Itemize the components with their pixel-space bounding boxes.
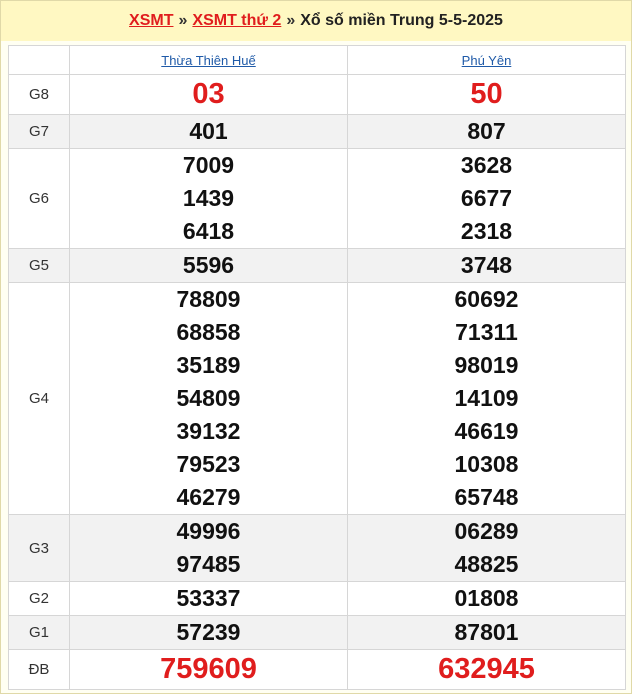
prize-row: G6 7009 1439 6418 3628 6677 2318 (8, 148, 626, 249)
breadcrumb-link-xsmt-monday[interactable]: XSMT thứ 2 (192, 12, 281, 30)
result-cell: 50 (347, 74, 626, 115)
result-number: 6418 (182, 218, 235, 244)
breadcrumb-separator: » (178, 12, 188, 29)
breadcrumb-separator: » (286, 12, 296, 29)
result-cell: 759609 (69, 649, 348, 690)
result-number: 60692 (454, 286, 519, 312)
result-number: 39132 (176, 418, 241, 444)
result-cell: 401 (69, 114, 348, 149)
result-cell: 807 (347, 114, 626, 149)
prize-row: G8 03 50 (8, 74, 626, 115)
prize-label: ĐB (8, 649, 70, 690)
lottery-results-table: Thừa Thiên Huế Phú Yên G8 03 50 G7 401 807 G6 7… (8, 45, 626, 690)
result-cell: 57239 (69, 615, 348, 650)
page-title: Xổ số miền Trung 5-5-2025 (300, 12, 503, 29)
result-number: 46279 (176, 484, 241, 510)
result-number: 49996 (176, 518, 241, 544)
result-number: 46619 (454, 418, 519, 444)
prize-row: G7 401 807 (8, 114, 626, 149)
result-cell: 60692 71311 98019 14109 46619 10308 65748 (347, 282, 626, 515)
result-cell: 87801 (347, 615, 626, 650)
result-cell: 78809 68858 35189 54809 39132 79523 46279 (69, 282, 348, 515)
result-number: 3628 (460, 152, 513, 178)
result-number: 10308 (454, 451, 519, 477)
result-number: 401 (189, 118, 228, 144)
prize-label: G1 (8, 615, 70, 650)
result-number: 7009 (182, 152, 235, 178)
result-cell: 5596 (69, 248, 348, 283)
prize-row: G5 5596 3748 (8, 248, 626, 283)
result-number: 97485 (176, 551, 241, 577)
prize-column-header (8, 45, 70, 75)
prize-label: G8 (8, 74, 70, 115)
result-cell: 3628 6677 2318 (347, 148, 626, 249)
result-number: 1439 (182, 185, 235, 211)
result-number: 48825 (454, 551, 519, 577)
result-number: 54809 (176, 385, 241, 411)
prize-row: G3 49996 97485 06289 48825 (8, 514, 626, 582)
prize-label: G4 (8, 282, 70, 515)
results-panel: XSMT » XSMT thứ 2 » Xổ số miền Trung 5-5… (0, 0, 632, 694)
prize-label: G7 (8, 114, 70, 149)
result-number: 2318 (460, 218, 513, 244)
result-number: 6677 (460, 185, 513, 211)
result-cell: 01808 (347, 581, 626, 616)
result-number: 14109 (454, 385, 519, 411)
result-number: 53337 (176, 585, 241, 611)
prize-label: G5 (8, 248, 70, 283)
result-number: 68858 (176, 319, 241, 345)
prize-label: G2 (8, 581, 70, 616)
prize-row: G1 57239 87801 (8, 615, 626, 650)
table-header-row: Thừa Thiên Huế Phú Yên (8, 45, 626, 75)
result-cell: 49996 97485 (69, 514, 348, 582)
result-number: 01808 (454, 585, 519, 611)
result-number: 87801 (454, 619, 519, 645)
result-number: 03 (192, 78, 225, 110)
prize-row: G4 78809 68858 35189 54809 39132 79523 46279 606… (8, 282, 626, 515)
result-number: 5596 (182, 252, 235, 278)
result-cell: 3748 (347, 248, 626, 283)
result-cell: 06289 48825 (347, 514, 626, 582)
result-number: 65748 (454, 484, 519, 510)
result-cell: 53337 (69, 581, 348, 616)
result-number: 807 (467, 118, 506, 144)
result-number: 06289 (454, 518, 519, 544)
prize-row: G2 53337 01808 (8, 581, 626, 616)
result-number: 98019 (454, 352, 519, 378)
result-cell: 03 (69, 74, 348, 115)
result-number: 3748 (460, 252, 513, 278)
result-cell: 7009 1439 6418 (69, 148, 348, 249)
result-number: 35189 (176, 352, 241, 378)
province-link-thua-thien-hue[interactable]: Thừa Thiên Huế (161, 53, 255, 68)
result-number: 79523 (176, 451, 241, 477)
result-cell: 632945 (347, 649, 626, 690)
prize-label: G3 (8, 514, 70, 582)
province-header: Thừa Thiên Huế (69, 45, 348, 75)
result-number: 71311 (455, 319, 518, 345)
prize-row: ĐB 759609 632945 (8, 649, 626, 690)
breadcrumb: XSMT » XSMT thứ 2 » Xổ số miền Trung 5-5… (1, 1, 631, 41)
result-number: 78809 (176, 286, 241, 312)
result-number: 50 (470, 78, 503, 110)
result-number: 632945 (438, 653, 535, 685)
result-number: 57239 (176, 619, 241, 645)
province-header: Phú Yên (347, 45, 626, 75)
result-number: 759609 (160, 653, 257, 685)
prize-label: G6 (8, 148, 70, 249)
province-link-phu-yen[interactable]: Phú Yên (462, 53, 512, 68)
breadcrumb-link-xsmt[interactable]: XSMT (129, 12, 173, 30)
